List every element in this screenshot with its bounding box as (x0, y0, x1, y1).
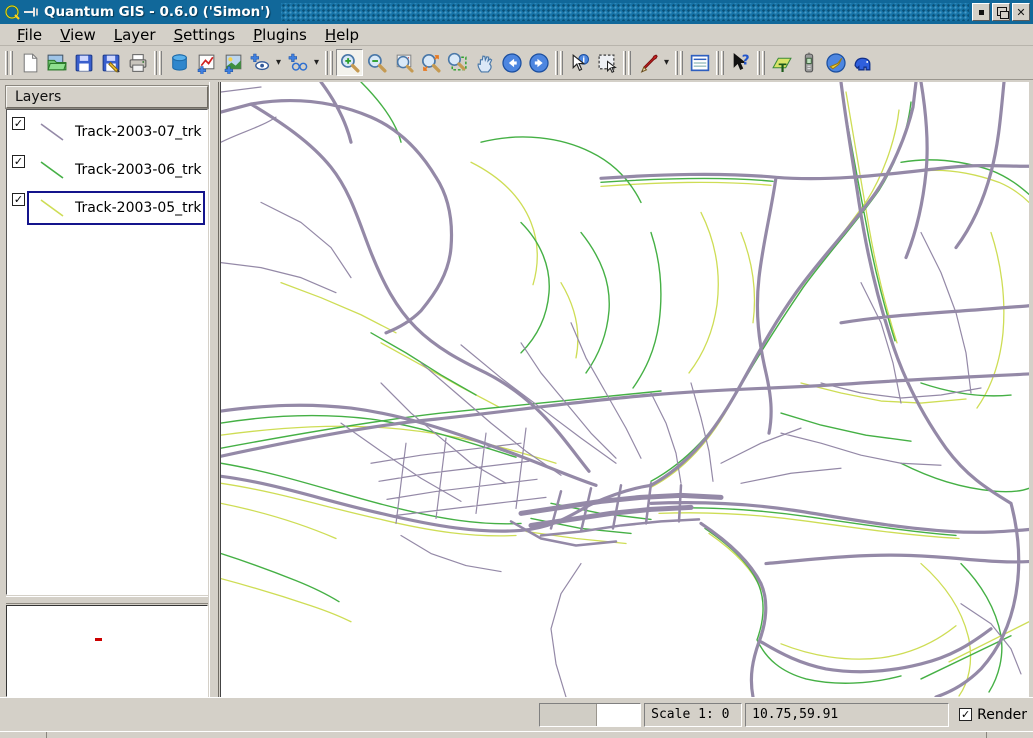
save-button[interactable] (70, 49, 97, 76)
add-database-layer-button[interactable] (165, 49, 192, 76)
new-file-button[interactable] (16, 49, 43, 76)
layer-name[interactable]: Track-2003-07_trk (75, 124, 202, 140)
layer-name[interactable]: Track-2003-05_trk (75, 200, 202, 216)
zoom-selection-button[interactable] (417, 49, 444, 76)
track-2003-07-paths (221, 82, 1029, 697)
toolbar-grip[interactable] (757, 51, 765, 75)
zoom-in-button[interactable] (336, 49, 363, 76)
forward-button[interactable] (525, 49, 552, 76)
layer-name[interactable]: Track-2003-06_trk (75, 162, 202, 178)
zoom-out-button[interactable] (363, 49, 390, 76)
window-title: Quantum GIS - 0.6.0 ('Simon') (44, 4, 271, 20)
zoom-full-button[interactable] (390, 49, 417, 76)
layer-row-track-2003-07[interactable]: Track-2003-07_trk (8, 113, 206, 151)
application-window: Quantum GIS - 0.6.0 ('Simon') File View … (0, 0, 1033, 738)
overview-panel[interactable] (6, 605, 208, 697)
navigation-button[interactable] (822, 49, 849, 76)
scale-display: Scale 1: 0 (644, 703, 742, 727)
render-label: Render (977, 707, 1027, 723)
status-bar: Scale 1: 0 10.75,59.91 Render (0, 697, 1033, 731)
title-bar[interactable]: Quantum GIS - 0.6.0 ('Simon') (0, 0, 1033, 24)
progress-bar (539, 703, 641, 727)
layer-line-symbol (35, 158, 69, 182)
gpx-import-button[interactable] (849, 49, 876, 76)
close-button[interactable] (1012, 3, 1030, 21)
toolbar-grip[interactable] (154, 51, 162, 75)
menu-layer[interactable]: Layer (105, 25, 165, 45)
render-checkbox[interactable] (959, 708, 972, 721)
menu-bar: File View Layer Settings Plugins Help (0, 24, 1033, 46)
attribute-table-button[interactable] (686, 49, 713, 76)
edit-dropdown[interactable] (661, 49, 672, 76)
main-area: Layers Track-2003-07_trk (0, 80, 1033, 697)
layers-panel-title: Layers (6, 86, 208, 108)
gps-device-button[interactable] (795, 49, 822, 76)
menu-file[interactable]: File (8, 25, 51, 45)
whats-this-button[interactable]: ? (727, 49, 754, 76)
layer-checkbox[interactable] (12, 155, 25, 168)
save-as-button[interactable] (97, 49, 124, 76)
app-logo-icon (4, 3, 22, 21)
open-folder-button[interactable] (43, 49, 70, 76)
window-pin-icon[interactable] (22, 3, 40, 21)
layer-checkbox[interactable] (12, 193, 25, 206)
svg-text:?: ? (741, 52, 749, 68)
toolbar-grip[interactable] (555, 51, 563, 75)
layer-line-symbol (35, 196, 69, 220)
left-panel: Layers Track-2003-07_trk (6, 82, 208, 697)
zoom-last-button[interactable] (444, 49, 471, 76)
toolbar-grip[interactable] (5, 51, 13, 75)
add-vector-layer-button[interactable] (192, 49, 219, 76)
identify-button[interactable]: i (566, 49, 593, 76)
add-view-dropdown[interactable] (273, 49, 284, 76)
add-view-button[interactable] (246, 49, 273, 76)
minimize-button[interactable] (972, 3, 990, 21)
map-canvas[interactable] (220, 82, 1029, 697)
menu-help[interactable]: Help (316, 25, 368, 45)
menu-plugins[interactable]: Plugins (244, 25, 316, 45)
toolbar-grip[interactable] (675, 51, 683, 75)
pan-button[interactable] (471, 49, 498, 76)
layer-row-track-2003-06[interactable]: Track-2003-06_trk (8, 151, 206, 189)
layer-row-track-2003-05[interactable]: Track-2003-05_trk (8, 189, 206, 227)
add-wms-layer-button[interactable] (284, 49, 311, 76)
layers-list[interactable]: Track-2003-07_trk Track-2003-06_trk (6, 109, 208, 595)
menu-view[interactable]: View (51, 25, 105, 45)
toolbar-grip[interactable] (716, 51, 724, 75)
maximize-button[interactable] (992, 3, 1010, 21)
titlebar-texture (281, 3, 969, 21)
back-button[interactable] (498, 49, 525, 76)
select-button[interactable] (593, 49, 620, 76)
layer-line-symbol (35, 120, 69, 144)
toolbar-grip[interactable] (623, 51, 631, 75)
label-tool-button[interactable]: T (768, 49, 795, 76)
panel-splitter-horizontal[interactable] (6, 596, 208, 604)
layer-checkbox[interactable] (12, 117, 25, 130)
toolbar: i ? T (0, 46, 1033, 80)
window-resize-frame[interactable] (0, 731, 1033, 738)
print-button[interactable] (124, 49, 151, 76)
render-toggle[interactable]: Render (959, 707, 1027, 723)
add-wms-dropdown[interactable] (311, 49, 322, 76)
edit-pencil-button[interactable] (634, 49, 661, 76)
toolbar-grip[interactable] (325, 51, 333, 75)
panel-splitter-vertical[interactable] (209, 82, 219, 697)
overview-extent-marker (95, 638, 102, 641)
gps-tracks-map (221, 82, 1029, 697)
add-raster-layer-button[interactable] (219, 49, 246, 76)
menu-settings[interactable]: Settings (165, 25, 245, 45)
coordinate-display: 10.75,59.91 (745, 703, 949, 727)
svg-text:T: T (778, 60, 786, 73)
